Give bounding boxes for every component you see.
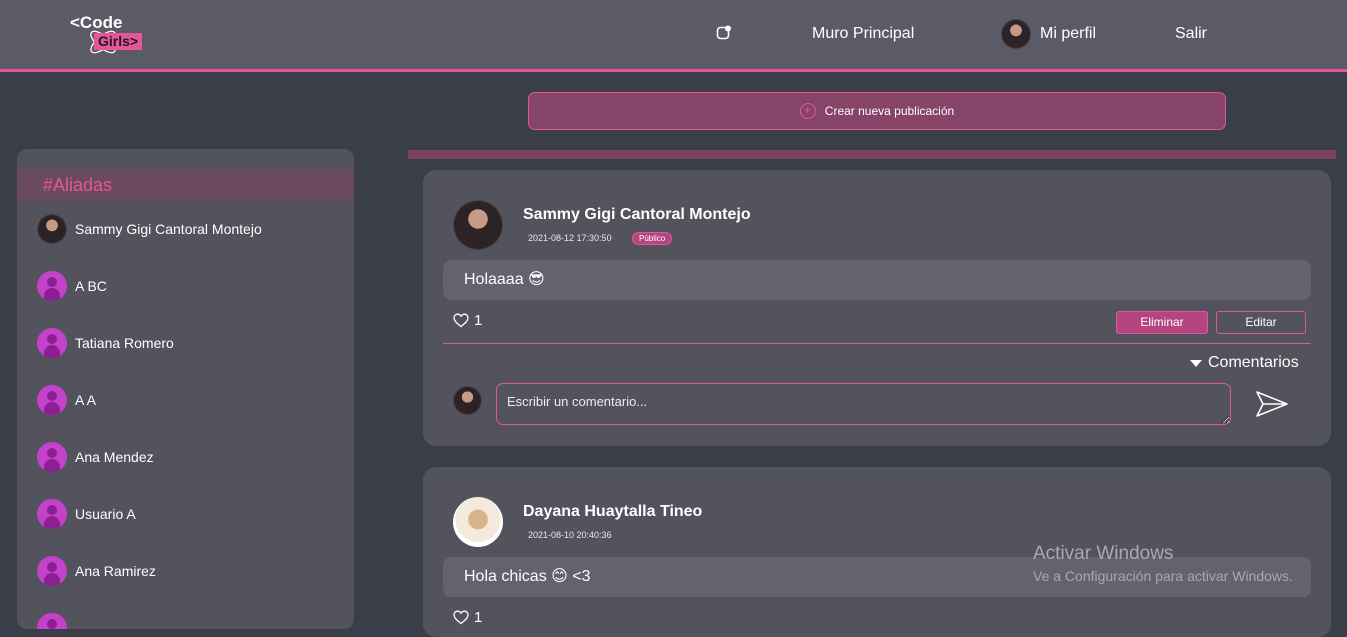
post-author-avatar[interactable]: [453, 200, 503, 250]
sidebar-title: #Aliadas: [17, 169, 354, 201]
post-author-avatar[interactable]: [453, 497, 503, 547]
allies-sidebar: #Aliadas Sammy Gigi Cantoral Montejo A B…: [17, 149, 354, 629]
edit-button[interactable]: Editar: [1216, 311, 1306, 334]
delete-button[interactable]: Eliminar: [1116, 311, 1208, 334]
post-date: 2021-08-10 20:40:36: [528, 530, 612, 540]
logo-text-code: <Code: [70, 13, 123, 32]
sidebar-item-ally[interactable]: Usuario A: [37, 498, 136, 530]
profile-avatar: [1001, 19, 1031, 49]
comments-label: Comentarios: [1208, 354, 1299, 371]
ally-name: Usuario A: [75, 506, 136, 522]
ally-name: Sammy Gigi Cantoral Montejo: [75, 221, 262, 237]
like-count: 1: [474, 312, 483, 329]
default-user-icon: [37, 556, 67, 586]
sidebar-item-ally[interactable]: A BC: [37, 270, 107, 302]
create-post-button[interactable]: + Crear nueva publicación: [528, 92, 1226, 130]
default-user-icon: [37, 613, 67, 629]
sidebar-item-ally[interactable]: Sammy Gigi Cantoral Montejo: [37, 213, 262, 245]
sidebar-item-ally[interactable]: Ana Mendez: [37, 441, 154, 473]
caret-down-icon: [1190, 359, 1202, 367]
plus-circle-icon: +: [799, 103, 816, 119]
default-user-icon: [37, 442, 67, 472]
default-user-icon: [37, 385, 67, 415]
ally-name: Ana Mendez: [75, 449, 154, 465]
sidebar-item-ally[interactable]: [37, 612, 67, 629]
sidebar-item-ally[interactable]: Ana Ramirez: [37, 555, 156, 587]
comment-input[interactable]: [496, 383, 1231, 425]
like-count: 1: [474, 609, 483, 626]
like-button[interactable]: 1: [453, 312, 482, 329]
windows-activation-watermark: Activar Windows Ve a Configuración para …: [1033, 543, 1293, 584]
sidebar-item-ally[interactable]: Tatiana Romero: [37, 327, 174, 359]
nav-mi-perfil-label: Mi perfil: [1040, 25, 1097, 42]
nav-muro-principal[interactable]: Muro Principal: [812, 25, 914, 43]
heart-icon: [453, 610, 469, 625]
default-user-icon: [37, 271, 67, 301]
post-author-name[interactable]: Dayana Huaytalla Tineo: [523, 503, 702, 521]
logo-text-girls: Girls>: [94, 33, 143, 50]
ally-avatar: [37, 214, 67, 244]
ally-name: A A: [75, 392, 97, 408]
watermark-title: Activar Windows: [1033, 543, 1174, 564]
post-date: 2021-08-12 17:30:50: [528, 233, 612, 243]
comments-toggle[interactable]: Comentarios: [1190, 354, 1299, 372]
post-body: Holaaaa 😎: [443, 260, 1311, 300]
sidebar-item-ally[interactable]: A A: [37, 384, 96, 416]
post-author-name[interactable]: Sammy Gigi Cantoral Montejo: [523, 206, 751, 224]
like-button[interactable]: 1: [453, 609, 482, 626]
post-card: Sammy Gigi Cantoral Montejo 2021-08-12 1…: [423, 170, 1331, 446]
default-user-icon: [37, 328, 67, 358]
visibility-badge: Público: [632, 232, 673, 245]
nav-salir[interactable]: Salir: [1175, 25, 1207, 43]
codegirls-logo[interactable]: <Code Girls>: [70, 13, 150, 59]
notification-icon[interactable]: [716, 25, 732, 41]
ally-name: Ana Ramirez: [75, 563, 156, 579]
send-icon[interactable]: [1255, 390, 1289, 423]
feed-divider-bar: [408, 150, 1336, 159]
commenter-avatar: [453, 386, 482, 415]
nav-mi-perfil[interactable]: Mi perfil: [1001, 19, 1096, 49]
post-divider: [443, 343, 1311, 344]
default-user-icon: [37, 499, 67, 529]
ally-name: A BC: [75, 278, 107, 294]
watermark-subtitle: Ve a Configuración para activar Windows.: [1033, 568, 1293, 584]
create-post-label: Crear nueva publicación: [824, 104, 955, 118]
heart-icon: [453, 313, 469, 328]
top-navbar: <Code Girls> Muro Principal Mi perfil Sa…: [0, 0, 1347, 72]
ally-name: Tatiana Romero: [75, 335, 174, 351]
